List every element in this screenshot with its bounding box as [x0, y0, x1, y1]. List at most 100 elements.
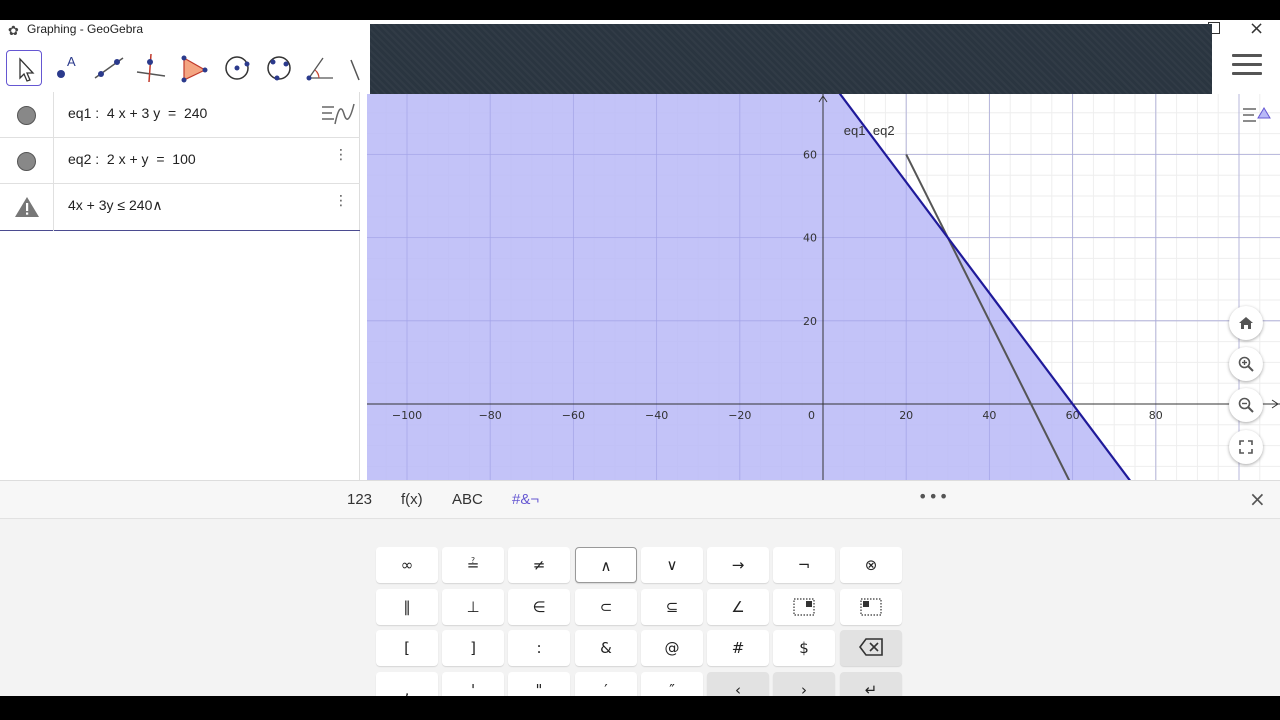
y-tick-label: 40: [803, 232, 817, 245]
box-template-icon: [793, 598, 815, 616]
visibility-toggle[interactable]: [17, 106, 36, 125]
key[interactable]: ″: [641, 672, 703, 696]
key[interactable]: ↵: [840, 672, 902, 696]
key[interactable]: ⊆: [641, 589, 703, 625]
svg-text:A: A: [67, 54, 76, 69]
backspace-key[interactable]: [840, 630, 902, 666]
key[interactable]: ∨: [641, 547, 703, 583]
key[interactable]: ∧: [575, 547, 637, 583]
subscript-box-key[interactable]: [773, 589, 835, 625]
key[interactable]: ∈: [508, 589, 570, 625]
x-tick-label: 20: [899, 409, 913, 422]
geogebra-logo-icon: ✿: [8, 24, 19, 39]
algebra-expression[interactable]: eq2 : 2 x + y = 100: [68, 151, 196, 167]
algebra-view: eq1 : 4 x + 3 y = 240 eq2 : 2 x + y = 10…: [0, 92, 360, 480]
inequality-region[interactable]: [367, 94, 1130, 480]
x-tick-label: −40: [645, 409, 668, 422]
circle-tool-button[interactable]: [219, 50, 255, 86]
fullscreen-icon: [1239, 440, 1253, 454]
algebra-row[interactable]: eq2 : 2 x + y = 100 ⋮: [0, 138, 360, 184]
key[interactable]: ⊂: [575, 589, 637, 625]
polygon-tool-button[interactable]: [175, 50, 211, 86]
geogebra-app: ✿ Graphing - GeoGebra × A eq1: 4 x + 3 …: [0, 20, 1280, 696]
close-keyboard-button[interactable]: ×: [1249, 487, 1266, 511]
zoom-out-icon: [1238, 397, 1254, 413]
eq1-label: eq1: [844, 123, 866, 138]
tab-abc[interactable]: ABC: [452, 491, 483, 508]
overlay-band: [370, 24, 1212, 94]
keyboard-tabs: 123 f(x) ABC #&¬ ••• ×: [0, 481, 1280, 519]
graphics-canvas[interactable]: −100−80−60−40−20020406080604020−20eq1eq2: [367, 94, 1280, 480]
y-tick-label: 60: [803, 148, 817, 161]
more-options-icon[interactable]: ⋮: [334, 194, 348, 216]
line-tool-button[interactable]: [91, 50, 127, 86]
key[interactable]: ¬: [773, 547, 835, 583]
algebra-expression[interactable]: eq1 : 4 x + 3 y = 240: [68, 105, 207, 121]
window-title: Graphing - GeoGebra: [27, 22, 144, 36]
key[interactable]: [: [376, 630, 438, 666]
algebra-input[interactable]: 4x + 3y ≤ 240∧: [68, 197, 163, 214]
key[interactable]: ": [508, 672, 570, 696]
circle-three-points-button[interactable]: [261, 50, 297, 86]
key[interactable]: :: [508, 630, 570, 666]
graphics-style-button[interactable]: [1240, 100, 1274, 130]
tab-functions[interactable]: f(x): [401, 491, 423, 508]
key[interactable]: ⊗: [840, 547, 902, 583]
superscript-box-key[interactable]: [840, 589, 902, 625]
key[interactable]: ⊥: [442, 589, 504, 625]
visibility-toggle[interactable]: [17, 152, 36, 171]
key[interactable]: ′: [575, 672, 637, 696]
key[interactable]: ,: [376, 672, 438, 696]
style-bar-icon: [1243, 107, 1271, 122]
key[interactable]: ≟: [442, 547, 504, 583]
key[interactable]: ': [442, 672, 504, 696]
key[interactable]: @: [641, 630, 703, 666]
backspace-icon: [859, 638, 883, 656]
key[interactable]: ›: [773, 672, 835, 696]
algebra-style-button[interactable]: [318, 96, 358, 132]
zoom-in-button[interactable]: [1229, 347, 1263, 381]
main-menu-button[interactable]: [1232, 54, 1262, 78]
tab-123[interactable]: 123: [347, 491, 372, 508]
close-window-button[interactable]: ×: [1249, 20, 1264, 39]
angle-tool-icon: [306, 57, 333, 81]
key[interactable]: ∞: [376, 547, 438, 583]
more-icon[interactable]: •••: [918, 487, 949, 506]
key[interactable]: ∥: [376, 589, 438, 625]
line-tool-icon: [94, 57, 124, 79]
x-tick-label: −100: [392, 409, 422, 422]
x-tick-label: −60: [562, 409, 585, 422]
circle-three-points-icon: [267, 56, 291, 81]
key[interactable]: ≠: [508, 547, 570, 583]
more-tools-button[interactable]: [345, 50, 367, 86]
circle-tool-icon: [225, 56, 250, 80]
move-tool-icon: [19, 57, 35, 82]
tab-symbols[interactable]: #&¬: [512, 491, 539, 508]
key[interactable]: →: [707, 547, 769, 583]
perpendicular-tool-button[interactable]: [133, 50, 169, 86]
algebra-input-row[interactable]: 4x + 3y ≤ 240∧ ⋮: [0, 184, 360, 231]
more-options-icon[interactable]: ⋮: [334, 148, 348, 170]
home-button[interactable]: [1229, 306, 1263, 340]
y-tick-label: 20: [803, 315, 817, 328]
graphics-view[interactable]: −100−80−60−40−20020406080604020−20eq1eq2: [367, 94, 1280, 480]
algebra-row[interactable]: eq1 : 4 x + 3 y = 240: [0, 92, 360, 138]
angle-tool-button[interactable]: [303, 50, 339, 86]
box-template-icon: [860, 598, 882, 616]
eq2-label: eq2: [873, 123, 895, 138]
key[interactable]: &: [575, 630, 637, 666]
key[interactable]: ∠: [707, 589, 769, 625]
zoom-out-button[interactable]: [1229, 388, 1263, 422]
x-tick-label: −80: [479, 409, 502, 422]
key[interactable]: ‹: [707, 672, 769, 696]
x-tick-label: −20: [728, 409, 751, 422]
move-tool-button[interactable]: [6, 50, 42, 86]
key[interactable]: ]: [442, 630, 504, 666]
polygon-tool-icon: [181, 55, 208, 83]
fullscreen-button[interactable]: [1229, 430, 1263, 464]
point-tool-button[interactable]: A: [49, 50, 85, 86]
toolbar: A: [0, 46, 370, 92]
key[interactable]: #: [707, 630, 769, 666]
key[interactable]: $: [773, 630, 835, 666]
perpendicular-tool-icon: [136, 53, 166, 83]
